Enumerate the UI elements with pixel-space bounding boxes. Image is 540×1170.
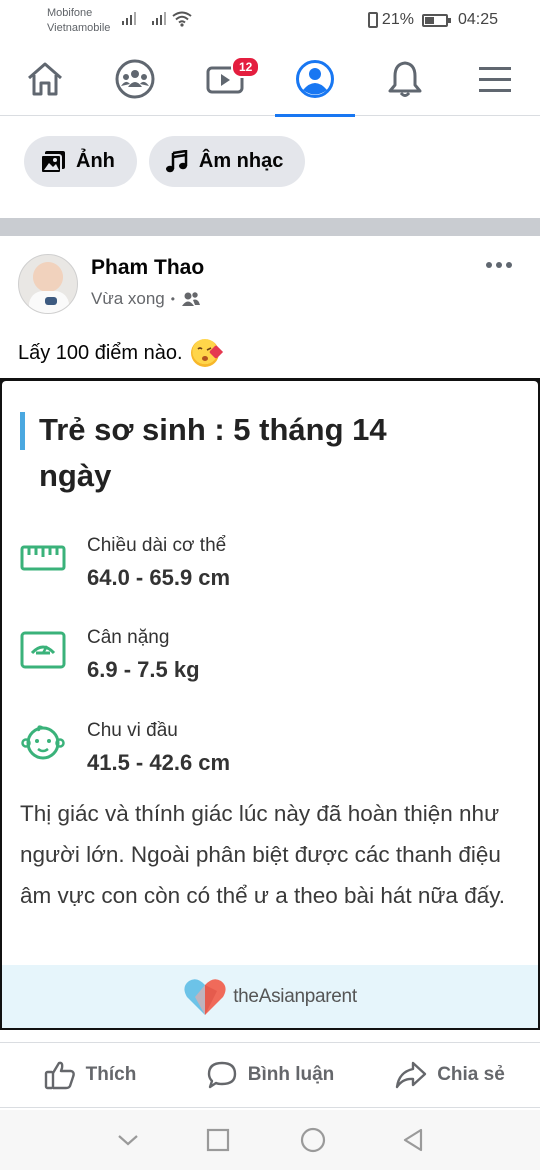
vibrate-icon	[367, 12, 378, 28]
post-image-card[interactable]: Trẻ sơ sinh : 5 tháng 14 ngày Chiều dài …	[2, 381, 538, 1028]
home-button[interactable]	[263, 1127, 363, 1153]
metric-head: Chu vi đầu 41.5 - 42.6 cm	[20, 720, 500, 790]
like-label: Thích	[85, 1064, 137, 1085]
like-button[interactable]: Thích	[0, 1043, 180, 1107]
recents-icon	[206, 1128, 229, 1152]
top-nav: 12	[0, 42, 540, 117]
collapse-button[interactable]	[78, 1132, 178, 1148]
post-caption-text: Lấy 100 điểm nào.	[18, 341, 183, 364]
battery-icon	[421, 13, 451, 27]
collapse-icon	[117, 1135, 138, 1146]
nav-home[interactable]	[5, 42, 85, 116]
dot-icon	[506, 262, 512, 268]
avatar-print	[45, 297, 57, 305]
metric-weight-label: Cân nặng	[87, 627, 170, 648]
nav-notifications[interactable]	[365, 42, 445, 116]
watch-badge: 12	[231, 56, 261, 78]
photo-icon	[40, 150, 65, 174]
avatar[interactable]	[18, 254, 78, 314]
title-accent-bar	[20, 412, 25, 450]
metric-length-label: Chiều dài cơ thể	[87, 535, 227, 556]
home-circle-icon	[300, 1127, 325, 1153]
back-icon	[403, 1128, 422, 1152]
nav-menu[interactable]	[455, 42, 535, 116]
wifi-icon	[172, 11, 192, 27]
friends-icon[interactable]	[181, 291, 201, 307]
section-separator	[0, 218, 540, 236]
signal-1-icon	[122, 12, 136, 25]
metric-length: Chiều dài cơ thể 64.0 - 65.9 cm	[20, 535, 500, 605]
post-options-button[interactable]	[486, 262, 512, 268]
share-icon	[396, 1061, 427, 1089]
card-description: Thị giác và thính giác lúc này đã hoàn t…	[20, 801, 506, 908]
post-meta: Vừa xong •	[91, 289, 201, 309]
like-icon	[44, 1061, 75, 1090]
bell-icon	[388, 61, 422, 97]
brand-name: theAsianparent	[233, 985, 357, 1007]
music-chip[interactable]: Âm nhạc	[148, 136, 306, 187]
baby-face-icon	[21, 725, 65, 760]
carrier-2: Vietnamobile	[47, 22, 111, 34]
signal-2-icon	[152, 12, 166, 25]
metric-head-label: Chu vi đầu	[87, 720, 178, 741]
comment-button[interactable]: Bình luận	[180, 1043, 360, 1107]
home-icon	[28, 62, 62, 96]
share-label: Chia sẻ	[437, 1064, 505, 1085]
post-actions: Thích Bình luận Chia sẻ	[0, 1042, 540, 1108]
profile-chips: Ảnh Âm nhạc	[24, 136, 306, 187]
battery-percent: 21%	[381, 11, 414, 28]
card-footer: theAsianparent	[2, 965, 538, 1028]
nav-profile[interactable]	[275, 42, 355, 117]
photos-chip-label: Ảnh	[76, 150, 115, 172]
post-caption: Lấy 100 điểm nào.	[18, 339, 223, 367]
post-author[interactable]: Pham Thao	[91, 256, 204, 280]
music-chip-label: Âm nhạc	[198, 150, 284, 172]
nav-groups[interactable]	[95, 42, 175, 116]
nav-watch[interactable]: 12	[185, 42, 265, 116]
music-icon	[165, 149, 188, 172]
carrier-info: Mobifone Vietnamobile	[47, 6, 110, 36]
metric-weight-value: 6.9 - 7.5 kg	[87, 657, 200, 682]
card-title: Trẻ sơ sinh : 5 tháng 14 ngày	[39, 412, 387, 493]
carrier-1: Mobifone	[47, 7, 93, 19]
dot-icon	[496, 262, 502, 268]
status-bar: Mobifone Vietnamobile 21% 04:25	[0, 0, 540, 42]
back-button[interactable]	[363, 1127, 463, 1153]
kissing-face-icon	[190, 339, 223, 367]
metric-length-value: 64.0 - 65.9 cm	[87, 565, 231, 590]
metric-weight: Cân nặng 6.9 - 7.5 kg	[20, 627, 500, 697]
photos-chip[interactable]: Ảnh	[24, 136, 137, 187]
groups-icon	[115, 59, 155, 99]
meta-separator: •	[170, 292, 175, 306]
comment-label: Bình luận	[247, 1064, 335, 1085]
menu-icon	[479, 67, 511, 92]
system-nav	[0, 1110, 540, 1170]
post-time[interactable]: Vừa xong	[91, 289, 165, 309]
recents-button[interactable]	[168, 1128, 268, 1152]
ruler-icon	[20, 545, 66, 571]
clock: 04:25	[457, 11, 498, 28]
scale-icon	[20, 631, 66, 669]
share-button[interactable]: Chia sẻ	[360, 1043, 540, 1107]
metric-head-value: 41.5 - 42.6 cm	[87, 750, 231, 775]
brand-heart-icon	[184, 978, 226, 1015]
dot-icon	[486, 262, 492, 268]
status-right: 21% 04:25	[367, 11, 498, 29]
profile-icon	[296, 60, 334, 98]
comment-icon	[207, 1061, 236, 1089]
